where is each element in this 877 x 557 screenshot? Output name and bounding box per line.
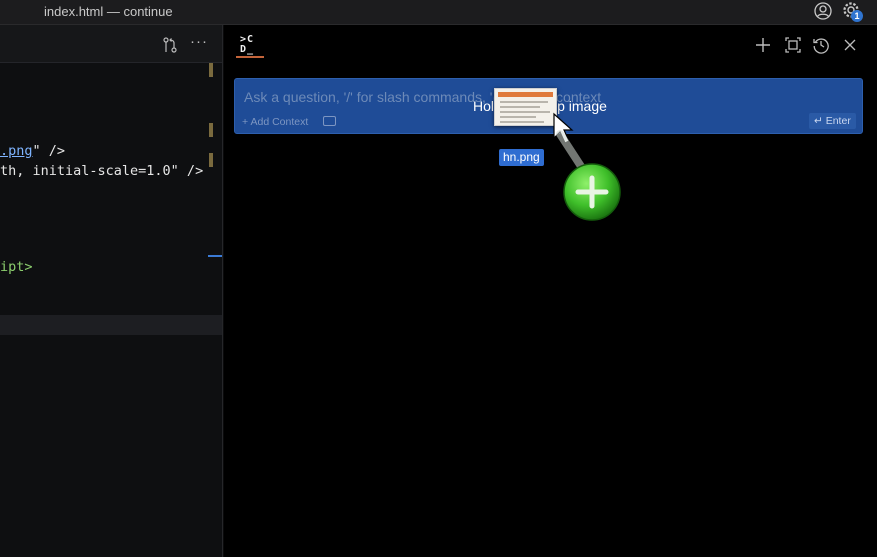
logo-bottom-text: D_ (240, 44, 255, 55)
code-editor[interactable]: ··· .png" /> th, initial-scale=1.0" /> i… (0, 25, 223, 557)
fullscreen-icon[interactable] (784, 36, 802, 54)
code-link[interactable]: .png (0, 143, 33, 159)
source-control-icon[interactable] (161, 36, 179, 54)
drag-copy-cursor-icon (553, 112, 621, 221)
code-line: th, initial-scale=1.0" /> (0, 163, 204, 179)
title-bar: index.html — continue 1 (0, 0, 877, 25)
thumbnail-line (500, 121, 544, 123)
drag-image-thumbnail (494, 88, 557, 126)
thumbnail-line (500, 106, 540, 108)
add-context-button[interactable]: + Add Context (242, 116, 308, 128)
code-text: " /> (32, 143, 66, 159)
code-tag: ipt> (0, 259, 33, 275)
current-line-highlight (0, 315, 222, 335)
active-tab-indicator (236, 56, 264, 58)
notification-badge: 1 (851, 10, 863, 22)
enter-button[interactable]: ↵ Enter (809, 113, 856, 129)
plus-icon[interactable] (754, 36, 772, 54)
close-icon[interactable] (841, 36, 859, 54)
drag-filename-label: hn.png (499, 149, 544, 166)
account-icon[interactable] (814, 2, 832, 20)
code-line: .png" /> (0, 143, 65, 159)
history-icon[interactable] (812, 36, 830, 54)
scrollbar-marker (209, 123, 213, 137)
window-title: index.html — continue (44, 4, 173, 19)
scrollbar-cursor-marker (208, 255, 222, 257)
code-line: ipt> (0, 259, 33, 275)
scrollbar-marker (209, 153, 213, 167)
continue-tab[interactable]: >C D_ (236, 35, 264, 59)
editor-toolbar: ··· (0, 25, 222, 63)
more-icon[interactable]: ··· (190, 33, 208, 50)
thumbnail-line (500, 101, 548, 103)
thumbnail-line (500, 116, 536, 118)
image-icon[interactable] (323, 116, 336, 126)
thumbnail-line (500, 111, 550, 113)
thumbnail-header (498, 92, 553, 97)
scrollbar-marker (209, 63, 213, 77)
